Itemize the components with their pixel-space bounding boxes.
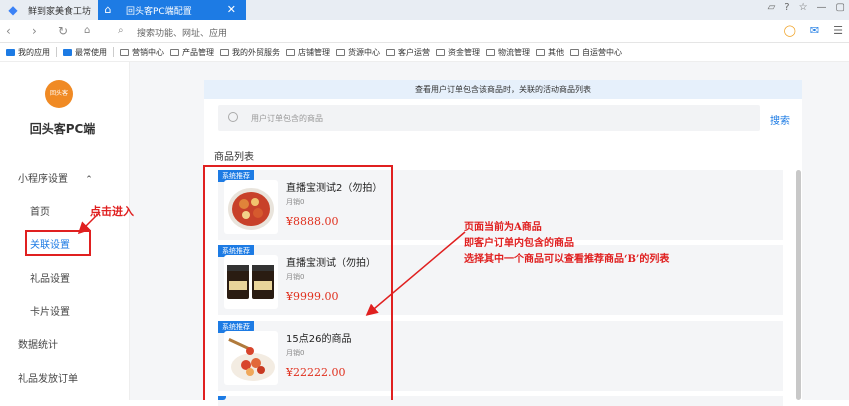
arrow-to-products [365, 231, 466, 316]
arrow-to-association [77, 211, 101, 235]
annotation-arrows [77, 211, 466, 316]
